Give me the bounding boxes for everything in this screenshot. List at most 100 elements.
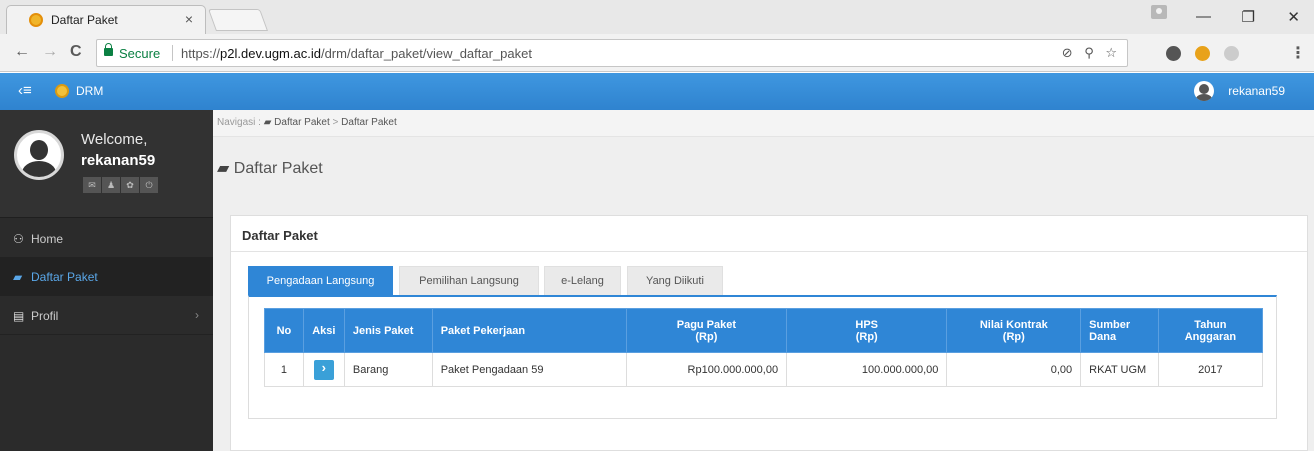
app-header: ‹≡ DRM rekanan59 [0, 73, 1314, 110]
favicon-icon [29, 13, 43, 27]
new-tab-button[interactable] [207, 9, 269, 31]
welcome-text: Welcome, [81, 131, 148, 148]
col-hps-unit: (Rp) [855, 330, 878, 343]
tab-close-icon[interactable]: × [185, 11, 193, 27]
sidebar-item-home[interactable]: ⚇ Home [0, 220, 213, 258]
url-scheme: https:// [181, 46, 221, 61]
tab-pemilihan-langsung[interactable]: Pemilihan Langsung [399, 266, 539, 295]
cell-no: 1 [264, 352, 304, 387]
panel-heading: Daftar Paket [231, 216, 1307, 252]
brand-logo-icon [55, 84, 69, 98]
close-window-button[interactable]: ✕ [1287, 8, 1300, 26]
breadcrumb-prefix: Navigasi : [217, 117, 261, 128]
reload-button[interactable]: C [70, 43, 82, 61]
browser-profile-icon[interactable] [1151, 5, 1167, 19]
col-jenis-paket: Jenis Paket [343, 308, 433, 353]
extension-icon[interactable] [1166, 46, 1181, 61]
view-detail-button[interactable] [313, 359, 334, 380]
book-icon: ▰ [13, 270, 23, 284]
col-no: No [264, 308, 304, 353]
power-icon[interactable]: ⏻ [140, 177, 158, 193]
tab-pengadaan-langsung[interactable]: Pengadaan Langsung [248, 266, 393, 295]
gear-icon[interactable]: ✿ [121, 177, 139, 193]
book-icon: ▰ [217, 160, 230, 177]
sidebar-item-profil[interactable]: ▤ Profil › [0, 297, 213, 335]
sidebar-item-label: Home [31, 232, 64, 246]
url-host: p2l.dev.ugm.ac.id [220, 46, 321, 61]
secure-label: Secure [119, 46, 161, 61]
col-pagu-paket: Pagu Paket (Rp) [625, 308, 788, 353]
divider [172, 45, 173, 61]
daftar-paket-panel: Daftar Paket Pengadaan Langsung Pemiliha… [230, 215, 1308, 451]
cell-pagu: Rp100.000.000,00 [625, 352, 788, 387]
col-hps-label: HPS [855, 318, 879, 331]
col-nilai-unit: (Rp) [1002, 330, 1025, 343]
col-aksi: Aksi [302, 308, 345, 353]
user-actions: ✉ ♟ ✿ ⏻ [83, 177, 159, 195]
col-tahun-label-2: Anggaran [1184, 330, 1237, 343]
cell-jenis: Barang [343, 352, 433, 387]
avatar [14, 130, 64, 180]
col-tahun-label: Tahun [1194, 318, 1227, 331]
sidebar-item-daftar-paket[interactable]: ▰ Daftar Paket [0, 258, 213, 296]
page-title-text: Daftar Paket [233, 160, 323, 177]
main-content: Navigasi : ▰ Daftar Paket > Daftar Paket… [213, 110, 1314, 451]
col-nilai-kontrak: Nilai Kontrak (Rp) [946, 308, 1082, 353]
col-pagu-unit: (Rp) [695, 330, 718, 343]
tab-title: Daftar Paket [51, 13, 118, 27]
cell-nilai: 0,00 [946, 352, 1082, 387]
user-icon[interactable]: ♟ [102, 177, 120, 193]
file-icon: ▤ [13, 309, 25, 323]
tab-yang-diikuti[interactable]: Yang Diikuti [627, 266, 723, 295]
tab-content: No Aksi Jenis Paket Paket Pekerjaan Pagu… [248, 295, 1277, 419]
sidebar-username: rekanan59 [81, 152, 156, 169]
table-row: 1 Barang Paket Pengadaan 59 Rp100.000.00… [264, 352, 1264, 387]
table-header-row: No Aksi Jenis Paket Paket Pekerjaan Pagu… [264, 308, 1264, 353]
col-pagu-label: Pagu Paket [676, 318, 737, 331]
browser-menu-icon[interactable]: ⋮ [1290, 43, 1306, 63]
page-title: ▰ Daftar Paket [217, 158, 323, 178]
tab-e-lelang[interactable]: e-Lelang [544, 266, 621, 295]
sidebar-user-panel: Welcome, rekanan59 ✉ ♟ ✿ ⏻ [0, 110, 213, 218]
col-sumber-dana: Sumber Dana [1080, 308, 1159, 353]
cell-sumber: RKAT UGM [1080, 352, 1159, 387]
col-hps: HPS (Rp) [786, 308, 948, 353]
paket-table: No Aksi Jenis Paket Paket Pekerjaan Pagu… [264, 308, 1264, 387]
lock-icon [104, 43, 113, 56]
brand-name[interactable]: DRM [76, 84, 103, 98]
user-menu[interactable]: rekanan59 [1228, 84, 1285, 98]
url-text[interactable]: https://p2l.dev.ugm.ac.id/drm/daftar_pak… [181, 46, 532, 61]
dashboard-icon: ⚇ [13, 232, 24, 246]
breadcrumb-separator: > [332, 117, 339, 128]
sidebar-toggle-icon[interactable]: ‹≡ [18, 82, 32, 99]
col-paket-pekerjaan: Paket Pekerjaan [431, 308, 627, 353]
cell-tahun: 2017 [1157, 352, 1264, 387]
cell-aksi [302, 352, 345, 387]
breadcrumb-item[interactable]: Daftar Paket [341, 117, 397, 128]
url-path: /drm/daftar_paket/view_daftar_paket [320, 46, 532, 61]
address-row: ← → C Secure https://p2l.dev.ugm.ac.id/d… [0, 34, 1314, 72]
col-nilai-label: Nilai Kontrak [979, 318, 1048, 331]
breadcrumb-item[interactable]: Daftar Paket [274, 117, 330, 128]
address-bar[interactable]: Secure https://p2l.dev.ugm.ac.id/drm/daf… [96, 39, 1128, 67]
cell-hps: 100.000.000,00 [786, 352, 948, 387]
breadcrumb: Navigasi : ▰ Daftar Paket > Daftar Paket [213, 110, 1314, 137]
extension-icon[interactable] [1224, 46, 1239, 61]
col-sumber-label: Sumber [1089, 318, 1131, 331]
mail-icon[interactable]: ✉ [83, 177, 101, 193]
restore-button[interactable]: ❐ [1242, 8, 1255, 26]
user-avatar[interactable] [1194, 81, 1214, 101]
forward-button[interactable]: → [42, 43, 58, 61]
book-icon: ▰ [263, 117, 272, 128]
sidebar-item-label: Profil [31, 309, 59, 323]
minimize-button[interactable]: — [1196, 8, 1211, 25]
extension-icon[interactable] [1195, 46, 1210, 61]
browser-tab[interactable]: Daftar Paket × [6, 5, 206, 34]
back-button[interactable]: ← [14, 43, 30, 61]
sidebar: Welcome, rekanan59 ✉ ♟ ✿ ⏻ ⚇ Home ▰ Daftar … [0, 110, 213, 451]
bookmark-star-icon[interactable]: ⊘ ⚲ ☆ [1062, 45, 1121, 61]
col-sumber-label-2: Dana [1089, 330, 1117, 343]
chevron-right-icon: › [195, 308, 199, 322]
browser-tabstrip: Daftar Paket × — ❐ ✕ [0, 0, 1314, 34]
sidebar-item-label: Daftar Paket [31, 270, 98, 284]
